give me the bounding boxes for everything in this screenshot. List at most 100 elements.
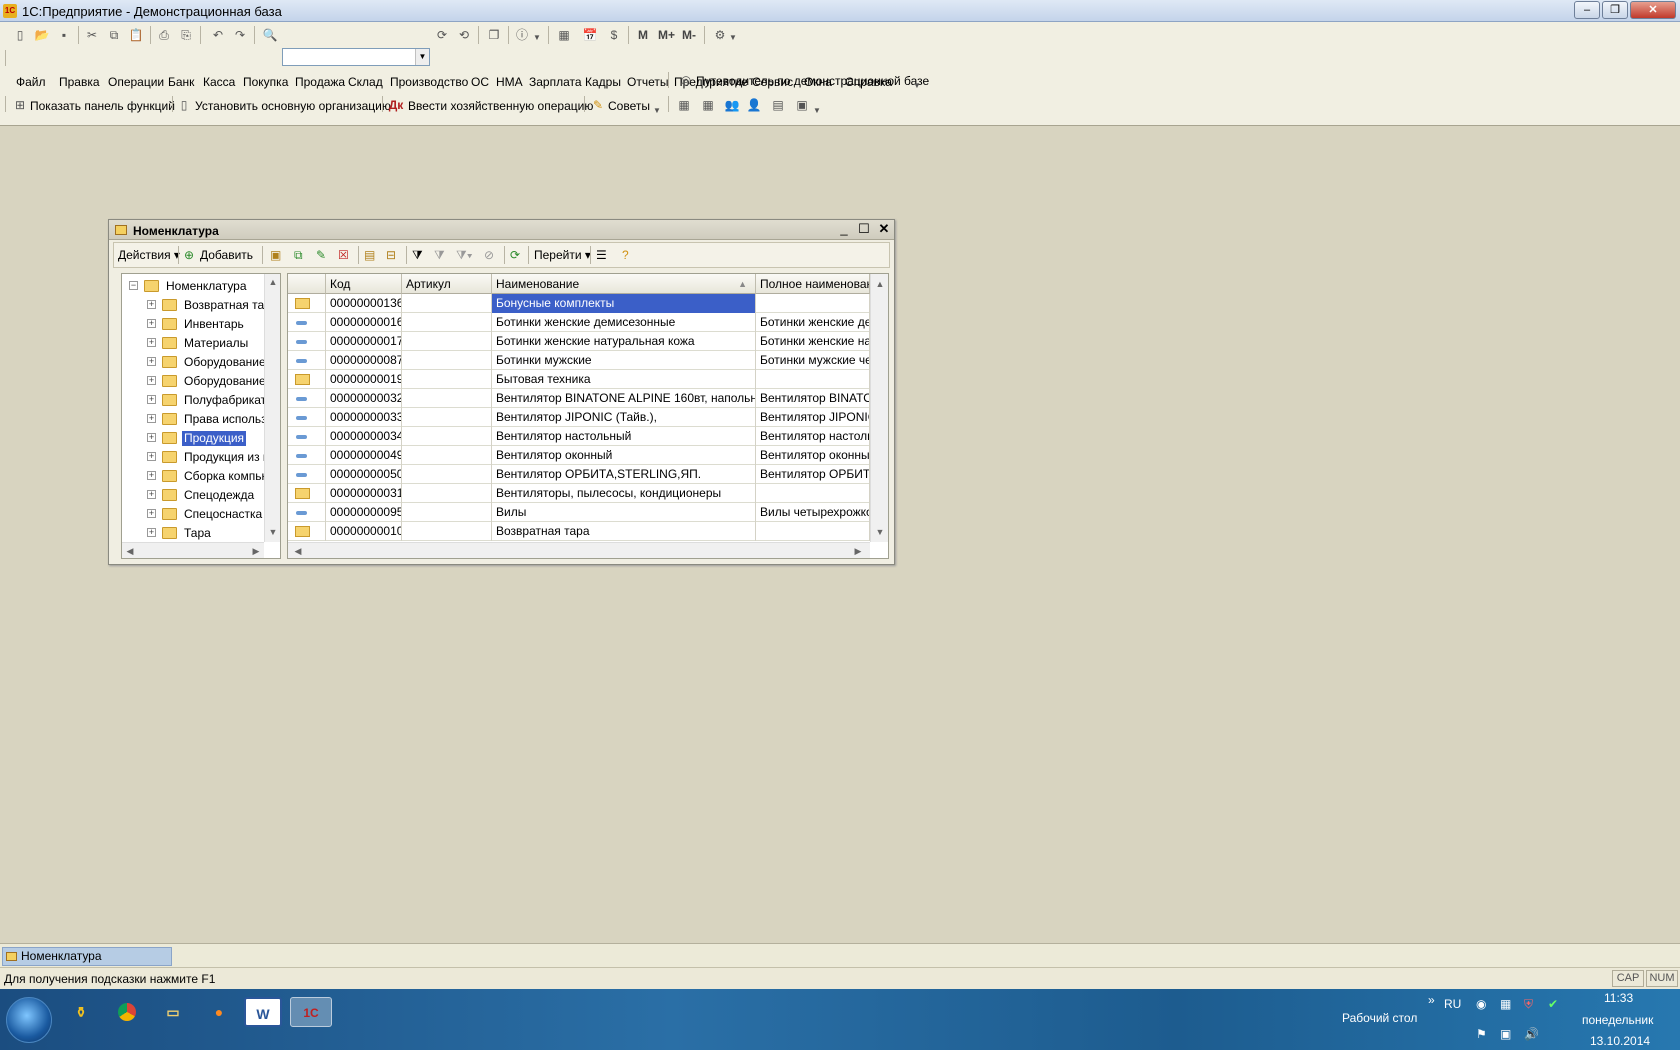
onec-taskbar-button[interactable]: 1С	[290, 997, 332, 1027]
expand-icon[interactable]: +	[147, 319, 156, 328]
find-prev-icon[interactable]: ⟲	[456, 27, 472, 43]
grid-header-full-name[interactable]: Полное наименован...	[756, 274, 870, 294]
collapse-icon[interactable]: −	[129, 281, 138, 290]
expand-icon[interactable]: +	[147, 357, 156, 366]
menu-reports[interactable]: Отчеты	[627, 75, 668, 89]
language-indicator[interactable]: RU	[1444, 997, 1461, 1011]
table-row[interactable]: 00000000010 Возвратная тара	[288, 522, 870, 541]
tips-button[interactable]: Советы	[608, 99, 650, 113]
nomenclature-window-caption[interactable]: Номенклатура _ ☐ ✕	[109, 220, 894, 240]
tools-icon[interactable]: ⚙	[712, 27, 728, 43]
info-icon[interactable]: ⓘ	[514, 27, 530, 43]
edit-icon[interactable]: ✎	[316, 248, 326, 262]
desktop-toolbar-label[interactable]: Рабочий стол	[1342, 1011, 1417, 1025]
scroll-down-icon[interactable]: ▼	[265, 524, 280, 540]
tree-item[interactable]: + Сборка компью	[122, 467, 265, 486]
network-icon[interactable]: ▣	[1500, 1027, 1511, 1041]
report-icon[interactable]: ▦	[676, 97, 692, 113]
firefox-icon[interactable]: ●	[200, 997, 238, 1027]
chrome-icon[interactable]	[108, 997, 146, 1027]
move-to-group-icon[interactable]: ▤	[364, 248, 375, 262]
print-preview-icon[interactable]: ⎘	[178, 27, 194, 43]
goto-menu-button[interactable]: Перейти ▾	[534, 248, 591, 262]
expand-icon[interactable]: +	[147, 395, 156, 404]
calculator-icon[interactable]: ▦	[556, 27, 572, 43]
grid-horizontal-scrollbar[interactable]: ◀ ▶	[288, 542, 870, 558]
memory-m-button[interactable]: M	[638, 28, 648, 42]
table-row[interactable]: 00000000033 Вентилятор JIPONIC (Тайв.), Ве…	[288, 408, 870, 427]
chrome-tray-icon[interactable]: ◉	[1476, 997, 1486, 1011]
maximize-icon[interactable]: ☐	[857, 222, 871, 236]
chevron-down-icon[interactable]: ▼	[812, 103, 822, 119]
word-taskbar-button[interactable]: W	[244, 997, 282, 1027]
clock-date[interactable]: 13.10.2014	[1590, 1034, 1650, 1048]
document-icon[interactable]: ▤	[770, 97, 786, 113]
add-folder-icon[interactable]: ▣	[270, 248, 281, 262]
filter-value-icon[interactable]: ⧩	[434, 248, 445, 263]
menu-operations[interactable]: Операции	[108, 75, 164, 89]
tree-item[interactable]: + Инвентарь	[122, 315, 265, 334]
table-row[interactable]: 00000000017 Ботинки женские натуральная к…	[288, 332, 870, 351]
close-button[interactable]: ✕	[1630, 1, 1676, 19]
clock-time[interactable]: 11:33	[1604, 991, 1633, 1005]
grid-header-icon[interactable]	[288, 274, 326, 294]
table-row[interactable]: 00000000019 Бытовая техника	[288, 370, 870, 389]
help-icon[interactable]: ?	[622, 248, 629, 262]
scroll-up-icon[interactable]: ▲	[872, 276, 888, 292]
expand-icon[interactable]: +	[147, 509, 156, 518]
tree-item[interactable]: + Оборудование к	[122, 372, 265, 391]
menu-production[interactable]: Производство	[390, 75, 468, 89]
list-settings-icon[interactable]: ☰	[596, 248, 607, 262]
user-icon[interactable]: 👤	[746, 97, 762, 113]
filter-icon[interactable]: ⧩	[412, 248, 423, 263]
tree-horizontal-scrollbar[interactable]: ◀ ▶	[122, 542, 264, 558]
menu-file[interactable]: Файл	[16, 75, 46, 89]
menu-intangible[interactable]: НМА	[496, 75, 523, 89]
analysis-icon[interactable]: ▣	[794, 97, 810, 113]
security-tray-icon[interactable]: ✔	[1548, 997, 1558, 1011]
actions-menu-button[interactable]: Действия ▾	[118, 248, 180, 262]
menu-cash[interactable]: Касса	[203, 75, 235, 89]
table-row[interactable]: 00000000087 Ботинки мужские Ботинки мужски…	[288, 351, 870, 370]
memory-mminus-button[interactable]: M-	[682, 28, 696, 42]
find-next-icon[interactable]: ⟳	[434, 27, 450, 43]
scroll-down-icon[interactable]: ▼	[872, 524, 888, 540]
expand-icon[interactable]: +	[147, 376, 156, 385]
chevron-down-icon[interactable]: ▼	[728, 30, 738, 46]
guide-button[interactable]: Путеводитель по демонстрационной базе	[696, 74, 929, 88]
cut-icon[interactable]: ✂	[84, 27, 100, 43]
tree-item[interactable]: + Оборудование (	[122, 353, 265, 372]
clock-day[interactable]: понедельник	[1582, 1013, 1653, 1027]
table-row[interactable]: 00000000034 Вентилятор настольный Вентилят…	[288, 427, 870, 446]
grid-header-article[interactable]: Артикул	[402, 274, 492, 294]
table-row[interactable]: 00000000095 ВилыВилы четырехрожко...	[288, 503, 870, 522]
users-icon[interactable]: 👥	[724, 97, 740, 113]
volume-icon[interactable]: 🔊	[1524, 1027, 1539, 1041]
minimize-button[interactable]: –	[1574, 1, 1600, 19]
copy-item-icon[interactable]: ⧉	[294, 248, 303, 263]
search-combo[interactable]: ▼	[282, 48, 430, 66]
start-button[interactable]	[6, 997, 52, 1043]
tree-item[interactable]: + Материалы	[122, 334, 265, 353]
tree-item[interactable]: + Продукция из м	[122, 448, 265, 467]
groups-tree[interactable]: − Номенклатура + Возвратная тар + Инвентарь…	[121, 273, 281, 559]
minimize-icon[interactable]: _	[837, 222, 851, 236]
filter-history-icon[interactable]: ⧩▾	[456, 248, 473, 263]
tree-item[interactable]: + Продукция	[122, 429, 265, 448]
tree-item[interactable]: + Возвратная тар	[122, 296, 265, 315]
windows-icon[interactable]: ❐	[486, 27, 502, 43]
table-row[interactable]: 00000000050 Вентилятор ОРБИТА,STERLING,ЯП…	[288, 465, 870, 484]
restore-button[interactable]: ❐	[1602, 1, 1628, 19]
report-icon[interactable]: ▦	[700, 97, 716, 113]
find-icon[interactable]: 🔍	[262, 27, 278, 43]
open-window-tab[interactable]: Номенклатура	[2, 947, 172, 966]
open-folder-icon[interactable]: 📂	[34, 27, 50, 43]
grid-header-code[interactable]: Код	[326, 274, 402, 294]
redo-icon[interactable]: ↷	[232, 27, 248, 43]
tree-item[interactable]: + Права использо	[122, 410, 265, 429]
menu-salary[interactable]: Зарплата	[529, 75, 582, 89]
expand-icon[interactable]: +	[147, 490, 156, 499]
menu-fixed-assets[interactable]: ОС	[471, 75, 489, 89]
chevron-down-icon[interactable]: ▼	[532, 30, 542, 46]
menu-warehouse[interactable]: Склад	[348, 75, 383, 89]
